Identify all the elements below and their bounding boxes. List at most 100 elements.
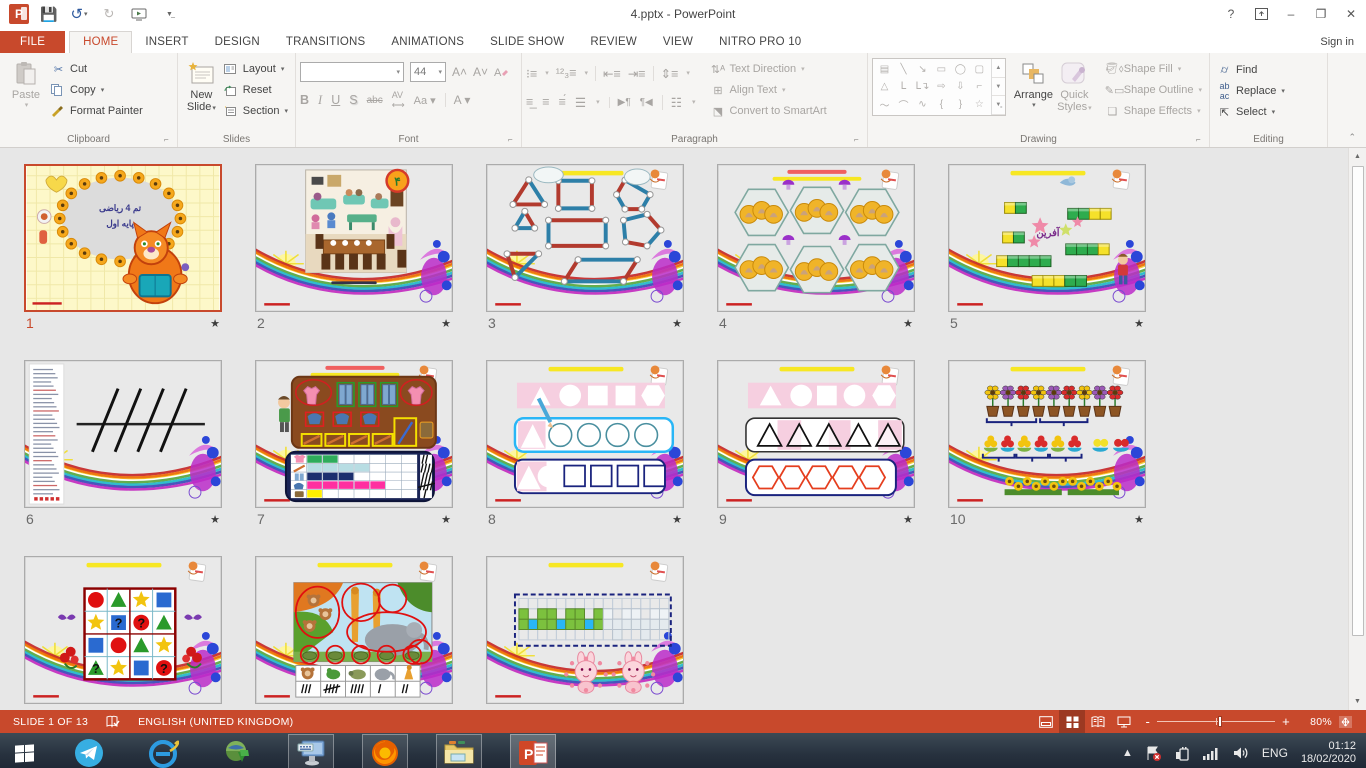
font-name-combo[interactable]: ▾ [300, 62, 404, 82]
animation-star-icon[interactable]: ★ [210, 317, 220, 330]
taskbar-powerpoint-icon[interactable]: P [510, 734, 556, 768]
tab-home[interactable]: HOME [69, 31, 132, 53]
slide-thumbnail-11[interactable]: ????11★ [24, 556, 222, 710]
arrow-shape-icon[interactable]: ↘ [913, 61, 932, 78]
tab-nitro-pro[interactable]: NITRO PRO 10 [706, 32, 814, 53]
zoom-in-icon[interactable]: + [1282, 717, 1290, 727]
left-brace-shape-icon[interactable]: { [932, 96, 951, 113]
clipboard-dialog-launcher[interactable]: ⌐ [164, 135, 174, 145]
slide-thumbnail-9[interactable]: 9★ [717, 360, 915, 530]
animation-star-icon[interactable]: ★ [210, 709, 220, 711]
help-icon[interactable]: ? [1216, 0, 1246, 28]
shapes-gallery-scrollbar[interactable]: ▲▼▼̳ [991, 59, 1005, 115]
zoom-percentage[interactable]: 80% [1298, 716, 1332, 728]
slide-thumbnail-13[interactable]: 13★ [486, 556, 684, 710]
tab-design[interactable]: DESIGN [202, 32, 273, 53]
slide-thumbnail-5[interactable]: آفرین5★ [948, 164, 1146, 334]
star-shape-icon[interactable]: ☆ [970, 96, 989, 113]
zoom-slider[interactable] [1157, 721, 1275, 722]
spell-check-icon[interactable] [106, 715, 120, 728]
slide-thumbnail-1[interactable]: تم 4 ریاضیپایه اول1★ [24, 164, 222, 334]
rounded-rect-shape-icon[interactable]: ▢ [970, 61, 989, 78]
font-dialog-launcher[interactable]: ⌐ [508, 135, 518, 145]
scrollbar-thumb[interactable] [1352, 166, 1364, 636]
fit-slide-to-window-icon[interactable] [1338, 715, 1360, 729]
font-size-combo[interactable]: 44▾ [410, 62, 446, 82]
slideshow-view-icon[interactable] [1111, 710, 1137, 733]
find-button[interactable]: ⌭Find [1214, 61, 1323, 79]
curve-shape-icon[interactable]: ∿ [913, 96, 932, 113]
select-button[interactable]: ⇱Select▾ [1214, 103, 1323, 121]
shapes-gallery[interactable]: ▤ ╲ ↘ ▭ ◯ ▢ △ ᒪ ᒪ↴ ⇨ ⇩ ⌐ 〜 ⌒ ∿ { } [872, 58, 1006, 116]
taskbar-telegram-icon[interactable] [66, 733, 112, 768]
taskbar-firefox-icon[interactable] [362, 734, 408, 768]
animation-star-icon[interactable]: ★ [672, 317, 682, 330]
action-center-flag-icon[interactable] [1146, 746, 1162, 761]
input-language-indicator[interactable]: ENG [1262, 746, 1288, 760]
format-painter-button[interactable]: Format Painter [48, 102, 146, 120]
taskbar-file-explorer-icon[interactable] [436, 734, 482, 768]
zoom-slider-thumb[interactable] [1218, 716, 1222, 727]
slide-9-preview[interactable] [717, 360, 915, 508]
rectangle-shape-icon[interactable]: ▭ [932, 61, 951, 78]
animation-star-icon[interactable]: ★ [441, 317, 451, 330]
oval-shape-icon[interactable]: ◯ [951, 61, 970, 78]
slide-3-preview[interactable] [486, 164, 684, 312]
tab-file[interactable]: FILE [0, 31, 65, 53]
tab-review[interactable]: REVIEW [577, 32, 650, 53]
tab-slide-show[interactable]: SLIDE SHOW [477, 32, 577, 53]
slide-thumbnail-7[interactable]: 7★ [255, 360, 453, 530]
copy-button[interactable]: Copy▾ [48, 81, 146, 99]
show-hidden-icons-icon[interactable]: ▲ [1122, 747, 1133, 759]
slide-10-preview[interactable] [948, 360, 1146, 508]
slide-thumbnail-2[interactable]: ۴2★ [255, 164, 453, 334]
taskbar-idm-icon[interactable] [214, 733, 260, 768]
taskbar-clock[interactable]: 01:12 18/02/2020 [1301, 740, 1356, 766]
animation-star-icon[interactable]: ★ [441, 513, 451, 526]
restore-icon[interactable]: ❐ [1306, 0, 1336, 28]
slide-11-preview[interactable]: ???? [24, 556, 222, 704]
slide-7-preview[interactable] [255, 360, 453, 508]
slide-4-preview[interactable] [717, 164, 915, 312]
section-button[interactable]: Section▾ [221, 102, 291, 120]
slide-6-preview[interactable] [24, 360, 222, 508]
shapes-scroll-down-icon[interactable]: ▼ [992, 78, 1005, 97]
vertical-scrollbar[interactable]: ▲ ▼ [1348, 148, 1366, 710]
right-brace-shape-icon[interactable]: } [951, 96, 970, 113]
normal-view-icon[interactable] [1033, 710, 1059, 733]
slide-thumbnail-4[interactable]: 4★ [717, 164, 915, 334]
slide-5-preview[interactable]: آفرین [948, 164, 1146, 312]
slide-2-preview[interactable]: ۴ [255, 164, 453, 312]
save-icon[interactable]: 💾 [36, 3, 62, 25]
scroll-up-icon[interactable]: ▲ [1349, 148, 1366, 165]
corner-shape-icon[interactable]: ⌐ [970, 78, 989, 95]
drawing-dialog-launcher[interactable]: ⌐ [1196, 135, 1206, 145]
ribbon-display-options-icon[interactable] [1246, 0, 1276, 28]
right-arrow-shape-icon[interactable]: ⇨ [932, 78, 951, 95]
tab-view[interactable]: VIEW [650, 32, 706, 53]
reading-view-icon[interactable] [1085, 710, 1111, 733]
arc-shape-icon[interactable]: ⌒ [894, 96, 913, 113]
animation-star-icon[interactable]: ★ [672, 709, 682, 711]
animation-star-icon[interactable]: ★ [1134, 317, 1144, 330]
slide-13-preview[interactable] [486, 556, 684, 704]
language-label[interactable]: ENGLISH (UNITED KINGDOM) [138, 716, 293, 728]
slide-1-preview[interactable]: تم 4 ریاضیپایه اول [24, 164, 222, 312]
close-icon[interactable]: ✕ [1336, 0, 1366, 28]
animation-star-icon[interactable]: ★ [210, 513, 220, 526]
volume-icon[interactable] [1233, 746, 1249, 760]
animation-star-icon[interactable]: ★ [672, 513, 682, 526]
down-arrow-shape-icon[interactable]: ⇩ [951, 78, 970, 95]
animation-star-icon[interactable]: ★ [441, 709, 451, 711]
triangle-shape-icon[interactable]: △ [875, 78, 894, 95]
animation-star-icon[interactable]: ★ [1134, 513, 1144, 526]
power-battery-icon[interactable] [1175, 746, 1190, 761]
shapes-more-icon[interactable]: ▼̳ [992, 96, 1005, 115]
reset-button[interactable]: Reset [221, 81, 291, 99]
elbow-shape-icon[interactable]: ᒪ [894, 78, 913, 95]
sign-in-link[interactable]: Sign in [1320, 36, 1354, 48]
replace-button[interactable]: abacReplace▾ [1214, 82, 1323, 100]
network-signal-icon[interactable] [1203, 747, 1220, 760]
line-shape-icon[interactable]: ╲ [894, 61, 913, 78]
animation-star-icon[interactable]: ★ [903, 513, 913, 526]
